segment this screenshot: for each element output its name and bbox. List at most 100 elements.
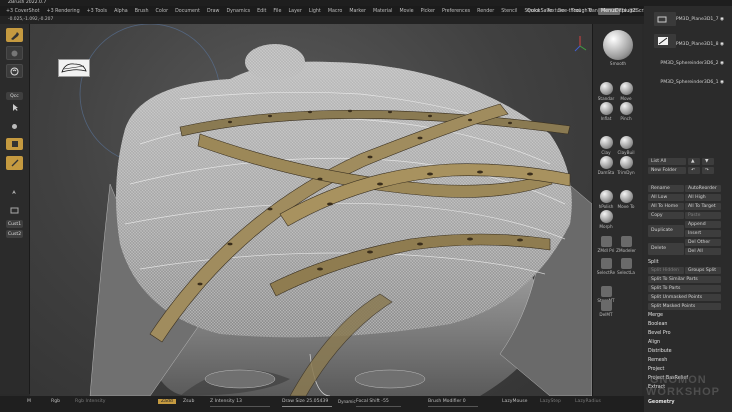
menu-item[interactable]: Light: [309, 9, 321, 14]
menu-item[interactable]: Alpha: [114, 9, 128, 14]
split-hidden-button[interactable]: Split Hidden: [648, 267, 684, 274]
menu-item[interactable]: Movie: [399, 9, 413, 14]
menu-item[interactable]: +3 Rendering: [47, 9, 80, 14]
spotlight-button[interactable]: [6, 64, 23, 78]
all-to-target-button[interactable]: All To Target: [685, 203, 721, 210]
brush-tool-button[interactable]: Standar: [595, 82, 617, 101]
menu-item[interactable]: +3 CoverShot: [6, 9, 40, 14]
next-button[interactable]: ↷: [702, 167, 714, 174]
rgb-button[interactable]: Rgb: [51, 399, 60, 404]
brush-tool-button[interactable]: ZMdl Pri: [595, 236, 617, 253]
subtool-item[interactable]: PM3D_Sphereinder3D6_1 ◉: [650, 80, 724, 85]
brush-tool-button[interactable]: hPolish: [595, 190, 617, 209]
cust2-button[interactable]: Cust2: [6, 230, 23, 238]
auto-reorder-button[interactable]: AutoReorder: [685, 185, 721, 192]
menu-item[interactable]: Document: [175, 9, 200, 14]
brush-tool-button[interactable]: Move: [615, 82, 637, 101]
append-button[interactable]: Append: [685, 221, 721, 228]
move-mode-button[interactable]: [6, 138, 23, 150]
menu-item[interactable]: Picker: [421, 9, 435, 14]
brush-tool-button[interactable]: Inflat: [595, 102, 617, 121]
see-through-slider[interactable]: See-through 0: [558, 6, 592, 16]
brush-modifier-slider[interactable]: Brush Modifier 0: [428, 399, 466, 404]
quicksave-button[interactable]: QuickSave: [527, 6, 552, 16]
brush-tool-button[interactable]: ClayBuil: [615, 136, 637, 155]
menu-item[interactable]: Layer: [288, 9, 301, 14]
visibility-eye-icon[interactable]: ◉: [719, 42, 724, 47]
menu-item[interactable]: Marker: [349, 9, 366, 14]
new-folder-button[interactable]: New Folder: [648, 167, 686, 174]
focal-shift-slider[interactable]: Focal Shift -55: [356, 399, 389, 404]
del-all-button[interactable]: Del All: [685, 248, 721, 255]
rename-button[interactable]: Rename: [648, 185, 684, 192]
menu-item[interactable]: Draw: [207, 9, 220, 14]
visibility-eye-icon[interactable]: ◉: [719, 61, 724, 66]
distribute-section[interactable]: Distribute: [648, 348, 672, 355]
split-masked-button[interactable]: Split Masked Points: [648, 303, 721, 310]
dynamic-button[interactable]: Dynamic: [338, 399, 356, 404]
all-to-home-button[interactable]: All To Home: [648, 203, 684, 210]
pointer-button[interactable]: [6, 102, 23, 112]
zsub-button[interactable]: Zsub: [183, 399, 194, 404]
lazystep-slider[interactable]: LazyStep: [540, 399, 561, 404]
boolean-section[interactable]: Boolean: [648, 321, 667, 328]
subtool-thumbnail-button[interactable]: [654, 34, 676, 48]
edit-mode-button[interactable]: [6, 28, 23, 42]
rotate-button[interactable]: [6, 186, 23, 198]
brush-tool-button[interactable]: Move To: [615, 190, 637, 209]
split-unmasked-button[interactable]: Split Unmasked Points: [648, 294, 721, 301]
insert-button[interactable]: Insert: [685, 230, 721, 237]
menu-item[interactable]: +3 Tools: [87, 9, 107, 14]
draw-size-slider[interactable]: Draw Size 25.05439: [282, 399, 328, 404]
all-low-button[interactable]: All Low: [648, 194, 684, 201]
visibility-eye-icon[interactable]: ◉: [719, 80, 724, 85]
brush-tool-button[interactable]: Morph: [595, 210, 617, 229]
split-section-header[interactable]: Split: [648, 259, 659, 266]
z-intensity-slider[interactable]: Z Intensity 13: [210, 399, 242, 404]
draw-mode-button[interactable]: [6, 46, 23, 60]
menu-item[interactable]: Stencil: [501, 9, 517, 14]
lazyradius-slider[interactable]: LazyRadius: [575, 399, 601, 404]
qcc-button[interactable]: Qcc: [6, 92, 23, 100]
brush-tool-button[interactable]: Pinch: [615, 102, 637, 121]
brush-tool-button[interactable]: Clay: [595, 136, 617, 155]
menu-item[interactable]: Material: [373, 9, 393, 14]
subtool-item[interactable]: PM3D_Sphereinder3D6_2 ◉: [650, 61, 724, 66]
delete-button[interactable]: Delete: [648, 243, 684, 255]
split-to-parts-button[interactable]: Split To Parts: [648, 285, 721, 292]
bevel-pro-section[interactable]: Bevel Pro: [648, 330, 671, 337]
project-section[interactable]: Project: [648, 366, 664, 373]
all-high-button[interactable]: All High: [685, 194, 721, 201]
brush-tool-button[interactable]: SelectLa: [615, 258, 637, 275]
brush-tool-button[interactable]: DamSta: [595, 156, 617, 175]
duplicate-button[interactable]: Duplicate: [648, 225, 684, 237]
navigation-thumbnail[interactable]: [58, 59, 90, 77]
cust1-button[interactable]: Cust1: [6, 220, 23, 228]
menu-item[interactable]: Render: [477, 9, 494, 14]
visibility-eye-icon[interactable]: ◉: [719, 17, 724, 22]
material-button[interactable]: M: [27, 399, 31, 404]
subtool-folder-button[interactable]: [654, 12, 676, 26]
del-other-button[interactable]: Del Other: [685, 239, 721, 246]
zadd-button[interactable]: Zadd: [158, 399, 176, 404]
split-similar-parts-button[interactable]: Split To Similar Parts: [648, 276, 721, 283]
menu-item[interactable]: Preferences: [442, 9, 470, 14]
rgb-intensity-slider[interactable]: Rgb Intensity: [75, 399, 105, 404]
menu-item[interactable]: Edit: [257, 9, 266, 14]
list-all-button[interactable]: List All: [648, 158, 686, 165]
brush-tool-button[interactable]: DelMT: [595, 300, 617, 317]
menu-item[interactable]: Macro: [328, 9, 343, 14]
down-arrow-button[interactable]: ▼: [702, 158, 714, 165]
axis-gizmo[interactable]: [574, 36, 587, 52]
canvas-viewport[interactable]: [30, 24, 592, 396]
align-section[interactable]: Align: [648, 339, 660, 346]
copy-button[interactable]: Copy: [648, 212, 684, 219]
smooth-brush-button[interactable]: Smooth: [603, 30, 633, 66]
menu-item[interactable]: Brush: [135, 9, 149, 14]
prev-button[interactable]: ↶: [688, 167, 700, 174]
light-button[interactable]: [6, 120, 23, 132]
groups-split-button[interactable]: Groups Split: [685, 267, 721, 274]
lazymouse-button[interactable]: LazyMouse: [502, 399, 527, 404]
menu-item[interactable]: Dynamics: [226, 9, 250, 14]
merge-section[interactable]: Merge: [648, 312, 663, 319]
